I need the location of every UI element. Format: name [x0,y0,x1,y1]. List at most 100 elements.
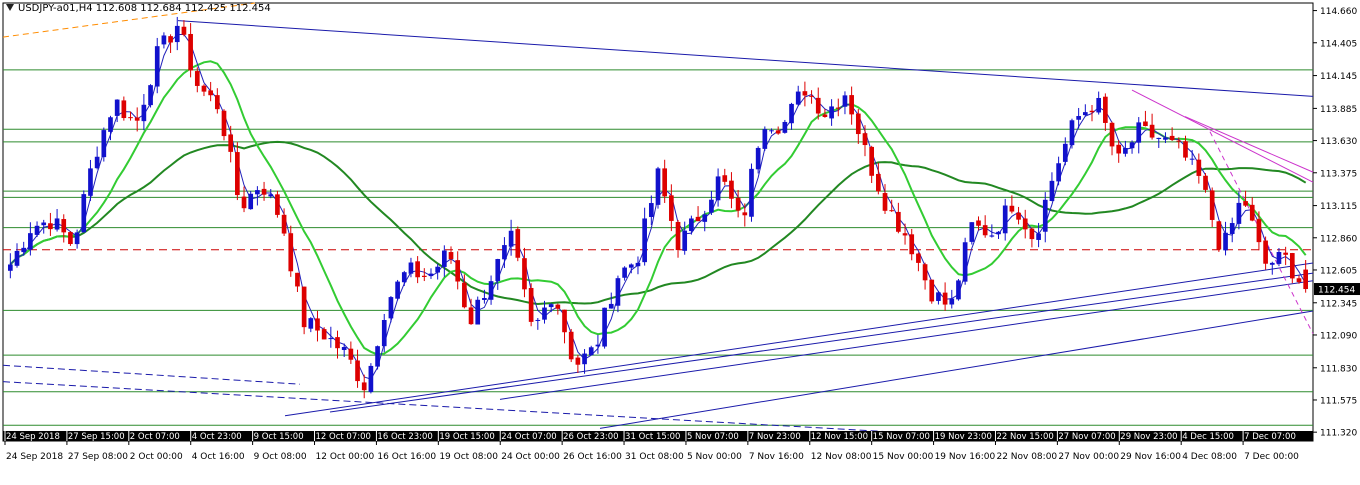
price-chart[interactable]: 114.660 114.405 114.145 113.885 113.630 113.3… [0,0,1360,485]
candle-body [702,214,708,222]
candle-body [128,117,133,119]
candle-body [782,121,788,133]
candle-body [1116,144,1122,154]
candle-body [94,156,100,169]
candle-body [1263,240,1268,264]
candle-body [722,175,728,182]
candle-body [982,225,988,236]
x-tick-label: 4 Dec 08:00 [1182,452,1237,462]
candle-body [835,107,841,109]
x-tick-label: 26 Oct 16:00 [563,452,622,462]
x-tick-label: 29 Nov 16:00 [1120,452,1181,462]
x-top-tick-label: 24 Sep 2018 [6,432,60,442]
candle-body [729,180,734,199]
candle-body [582,353,587,365]
candle-body [822,114,828,118]
candle-body [28,233,33,250]
x-top-tick-label: 7 Nov 23:00 [749,432,801,442]
candle-body [1209,190,1215,220]
candle-body [675,221,681,251]
candle-body [194,71,200,86]
trendline [2,364,301,385]
candle-body [742,212,748,216]
candle-body [802,91,808,96]
x-top-tick-label: 19 Oct 15:00 [439,432,494,442]
candle-body [154,46,160,87]
candle-body [174,25,180,43]
y-tick-label: 114.660 [1320,7,1357,17]
candle-body [1082,112,1088,116]
x-top-tick-label: 26 Oct 23:00 [563,432,618,442]
candle-body [1203,175,1208,190]
candle-body [715,176,721,201]
candle-body [8,264,13,271]
candle-body [34,225,40,235]
x-tick-label: 19 Oct 08:00 [439,452,498,462]
candle-body [568,331,574,360]
dropdown-triangle-icon[interactable] [6,4,14,11]
candle-body [829,106,834,119]
candle-body [976,220,981,226]
resistance-trendline [177,20,1314,97]
x-tick-label: 19 Nov 16:00 [935,452,996,462]
candle-body [889,210,895,212]
y-tick-label: 114.405 [1320,39,1357,49]
candle-body [161,35,167,45]
candle-body [188,33,193,71]
candle-body [388,297,394,319]
candle-body [341,347,347,351]
candle-body [1069,120,1075,146]
y-tick-label: 111.830 [1320,364,1357,374]
candle-body [134,117,140,121]
candle-body [709,199,714,213]
candle-body [1243,201,1248,206]
candle-body [755,147,761,170]
candle-body [1009,205,1015,212]
candle-body [395,281,400,299]
candle-body [949,298,955,305]
candle-body [421,275,427,277]
candle-body [608,303,614,309]
candle-body [855,113,861,135]
candle-body [355,360,360,382]
candle-body [615,278,621,306]
candle-body [515,229,521,258]
y-tick-label: 111.320 [1320,429,1357,439]
candle-body [669,195,674,221]
candle-body [435,266,440,273]
candle-body [1183,141,1188,158]
candle-body [181,26,187,35]
candle-body [655,168,661,205]
candle-body [1042,199,1048,232]
candle-body [214,95,220,110]
candle-body [1002,205,1008,234]
trendline [329,272,1314,413]
candle-body [1062,143,1068,162]
candle-body [54,218,60,230]
current-price-label: 112.454 [1318,286,1355,296]
candle-body [815,97,821,114]
candle-body [548,304,554,308]
chart-title: USDJPY-a01,H4 112.608 112.684 112.425 11… [6,3,271,14]
candle-body [862,133,868,146]
x-top-tick-label: 29 Nov 23:00 [1120,432,1177,442]
candle-body [415,261,420,278]
candle-body [208,90,213,96]
x-tick-label: 15 Nov 00:00 [873,452,934,462]
candle-body [408,262,414,274]
candle-body [14,250,20,266]
candle-body [381,320,387,347]
candle-body [335,337,340,349]
candle-body [1196,159,1202,176]
trendline [1184,116,1314,173]
candle-body [1289,253,1295,279]
x-tick-label: 24 Oct 00:00 [501,452,560,462]
x-top-tick-label: 22 Nov 15:00 [996,432,1053,442]
candle-body [1022,218,1028,230]
candle-body [882,193,888,211]
candle-body [1096,97,1102,113]
candle-body [869,146,874,176]
x-top-tick-label: 15 Nov 07:00 [873,432,930,442]
candle-body [275,194,280,215]
candle-body [648,203,654,218]
